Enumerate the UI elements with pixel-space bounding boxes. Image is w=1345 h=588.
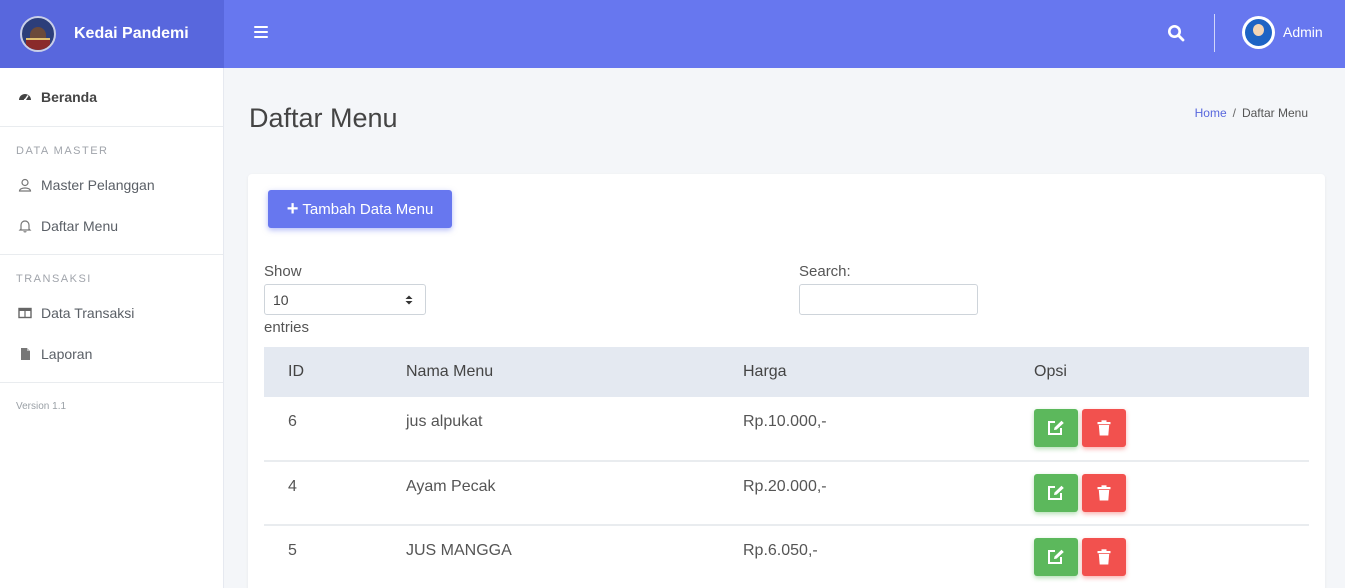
trash-icon: [1097, 549, 1111, 565]
version-label: Version 1.1: [16, 401, 67, 412]
dashboard-icon: [19, 94, 31, 102]
sidebar-heading-transaksi: TRANSAKSI: [16, 273, 92, 285]
edit-icon: [1048, 485, 1064, 500]
trash-icon: [1097, 485, 1111, 501]
breadcrumb-separator: /: [1232, 106, 1236, 120]
sidebar-item-label: Daftar Menu: [41, 217, 119, 234]
brand[interactable]: Kedai Pandemi: [0, 0, 224, 68]
sidebar-heading-master: DATA MASTER: [16, 145, 109, 157]
edit-icon: [1048, 549, 1064, 564]
edit-button[interactable]: [1034, 409, 1078, 447]
edit-icon: [1048, 420, 1064, 435]
edit-button[interactable]: [1034, 474, 1078, 512]
page-title: Daftar Menu: [249, 103, 398, 133]
column-header-nama-menu[interactable]: Nama Menu: [382, 347, 719, 397]
bell-icon: [18, 219, 32, 233]
search-icon[interactable]: [1167, 24, 1185, 42]
entries-label: entries: [264, 319, 310, 336]
table-row: 5 JUS MANGGA Rp.6.050,-: [264, 525, 1309, 588]
add-menu-button-label: Tambah Data Menu: [302, 200, 434, 218]
cell-nama-menu: JUS MANGGA: [382, 525, 719, 588]
add-menu-button[interactable]: + Tambah Data Menu: [268, 190, 452, 228]
cell-nama-menu: jus alpukat: [382, 397, 719, 462]
topbar-divider: [1214, 14, 1215, 52]
cell-harga: Rp.10.000,-: [719, 397, 1010, 462]
file-icon: [21, 347, 30, 360]
user-name[interactable]: Admin: [1283, 24, 1323, 40]
cell-harga: Rp.6.050,-: [719, 525, 1010, 588]
sidebar-item-label: Beranda: [41, 89, 98, 105]
user-icon: [18, 178, 32, 192]
menu-card: + Tambah Data Menu Show 10 entries Searc…: [248, 174, 1325, 588]
sidebar: Beranda DATA MASTER Master Pelanggan Daf…: [0, 68, 224, 588]
avatar[interactable]: [1242, 16, 1275, 49]
search-label: Search:: [799, 263, 851, 280]
breadcrumb-home-link[interactable]: Home: [1195, 106, 1227, 120]
cell-opsi: [1010, 461, 1309, 526]
trash-icon: [1097, 420, 1111, 436]
column-header-opsi: Opsi: [1010, 347, 1309, 397]
sidebar-item-label: Laporan: [41, 345, 93, 362]
cell-id: 5: [264, 525, 382, 588]
table-row: 4 Ayam Pecak Rp.20.000,-: [264, 461, 1309, 526]
sidebar-item-laporan[interactable]: Laporan: [0, 333, 223, 374]
sidebar-item-beranda[interactable]: Beranda: [0, 68, 223, 126]
column-header-id[interactable]: ID: [264, 347, 382, 397]
column-header-harga[interactable]: Harga: [719, 347, 1010, 397]
delete-button[interactable]: [1082, 409, 1126, 447]
cell-id: 6: [264, 397, 382, 462]
page-size-select[interactable]: 10: [264, 284, 426, 315]
sidebar-item-label: Data Transaksi: [41, 304, 135, 321]
breadcrumb-current: Daftar Menu: [1241, 106, 1308, 120]
menu-toggle-icon[interactable]: [254, 26, 268, 38]
brand-title: Kedai Pandemi: [74, 25, 189, 42]
page-size-value: 10: [273, 291, 289, 308]
cell-harga: Rp.20.000,-: [719, 461, 1010, 526]
cell-nama-menu: Ayam Pecak: [382, 461, 719, 526]
cell-opsi: [1010, 397, 1309, 462]
cell-opsi: [1010, 525, 1309, 588]
delete-button[interactable]: [1082, 474, 1126, 512]
cell-id: 4: [264, 461, 382, 526]
menu-table: ID Nama Menu Harga Opsi 6 jus alpukat Rp…: [264, 347, 1309, 588]
plus-icon: +: [286, 198, 299, 220]
select-arrows-icon: [405, 295, 413, 305]
show-label: Show: [264, 263, 302, 280]
search-input[interactable]: [799, 284, 978, 315]
edit-button[interactable]: [1034, 538, 1078, 576]
table-row: 6 jus alpukat Rp.10.000,-: [264, 397, 1309, 462]
table-icon: [18, 307, 32, 318]
sidebar-item-daftar-menu[interactable]: Daftar Menu: [0, 205, 223, 246]
sidebar-item-master-pelanggan[interactable]: Master Pelanggan: [0, 164, 223, 205]
brand-logo-icon: [20, 16, 56, 52]
sidebar-item-label: Master Pelanggan: [41, 176, 155, 193]
breadcrumb: Home / Daftar Menu: [1195, 106, 1308, 120]
topbar: Admin: [224, 0, 1345, 68]
sidebar-item-data-transaksi[interactable]: Data Transaksi: [0, 292, 223, 333]
delete-button[interactable]: [1082, 538, 1126, 576]
table-header-row: ID Nama Menu Harga Opsi: [264, 347, 1309, 397]
